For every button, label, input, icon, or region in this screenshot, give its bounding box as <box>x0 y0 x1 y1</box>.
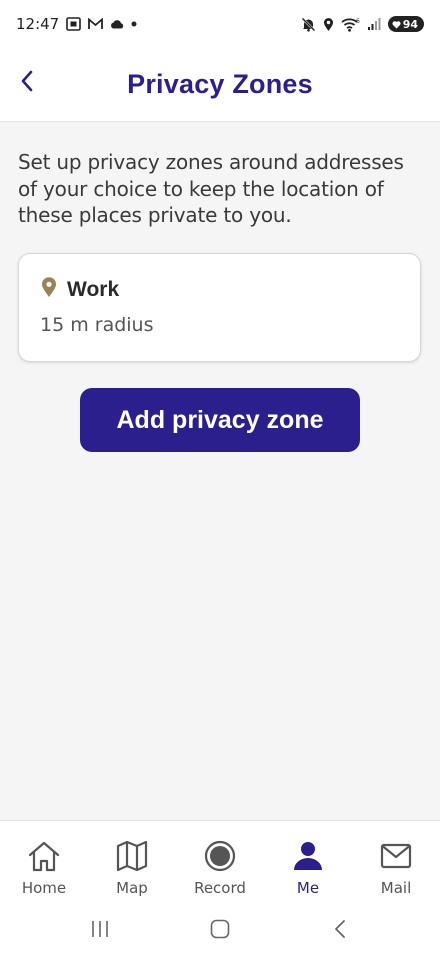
battery-level: 94 <box>402 17 418 31</box>
zone-name-row: Work <box>41 277 119 302</box>
back-button[interactable] <box>14 68 40 94</box>
wifi-icon: 6 <box>341 17 360 32</box>
main-content: Set up privacy zones around addresses of… <box>0 123 440 820</box>
status-bar: 12:47 6 94 <box>0 0 440 48</box>
nav-label-me: Me <box>296 879 320 897</box>
svg-text:6: 6 <box>356 18 360 25</box>
battery-icon: 94 <box>387 16 424 32</box>
zone-name: Work <box>67 277 120 301</box>
back-arrow-icon <box>335 920 345 938</box>
bottom-nav: Home Map Record Me Mail <box>0 820 440 905</box>
home-square-icon <box>210 919 230 939</box>
nav-item-me[interactable]: Me <box>268 839 348 897</box>
page-title: Privacy Zones <box>127 69 313 99</box>
add-privacy-zone-button[interactable]: Add privacy zone <box>80 388 360 452</box>
person-icon <box>293 839 323 873</box>
nav-label-mail: Mail <box>380 879 412 897</box>
dot-icon <box>131 21 137 27</box>
signal-icon <box>367 17 381 31</box>
status-left: 12:47 <box>16 15 137 33</box>
mute-icon <box>301 17 316 32</box>
home-icon <box>27 839 61 873</box>
chevron-left-icon <box>21 70 33 92</box>
map-pin-icon <box>41 277 57 302</box>
status-right: 6 94 <box>301 16 424 32</box>
recents-button[interactable] <box>70 909 130 949</box>
screenshot-icon <box>66 17 82 31</box>
cloud-icon <box>110 19 124 29</box>
privacy-zone-card[interactable]: Work 15 m radius <box>18 253 421 362</box>
nav-label-record: Record <box>194 879 246 897</box>
clock: 12:47 <box>16 15 60 33</box>
nav-label-map: Map <box>116 879 148 897</box>
system-back-button[interactable] <box>310 909 370 949</box>
zone-radius: 15 m radius <box>40 314 154 336</box>
nav-item-home[interactable]: Home <box>4 839 84 897</box>
app-header: Privacy Zones <box>0 48 440 122</box>
nav-item-mail[interactable]: Mail <box>356 839 436 897</box>
map-icon <box>116 839 148 873</box>
nav-item-record[interactable]: Record <box>180 839 260 897</box>
privacy-zones-description: Set up privacy zones around addresses of… <box>18 150 404 227</box>
location-icon <box>323 17 334 32</box>
recents-icon <box>92 921 108 937</box>
nav-label-home: Home <box>21 879 67 897</box>
nav-item-map[interactable]: Map <box>92 839 172 897</box>
system-nav-bar <box>0 905 440 953</box>
record-icon <box>204 839 236 873</box>
home-button[interactable] <box>190 909 250 949</box>
gmail-icon <box>88 18 104 30</box>
mail-icon <box>380 839 412 873</box>
